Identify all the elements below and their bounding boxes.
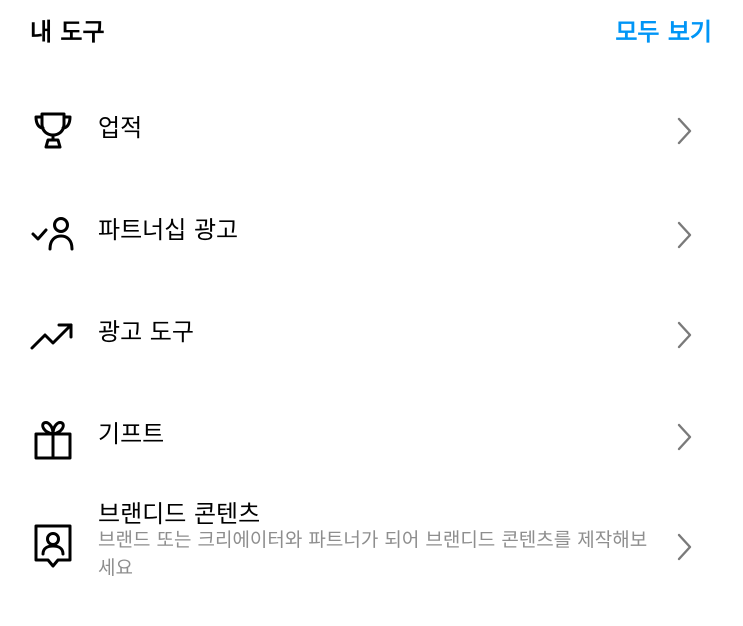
see-all-link[interactable]: 모두 보기 [615,15,712,49]
tool-item-achievements[interactable]: 업적 [0,80,743,180]
chevron-right-icon [677,221,692,249]
tool-label: 파트너십 광고 [98,216,239,244]
chevron-right-icon [677,533,692,561]
tool-item-branded-content[interactable]: 브랜디드 콘텐츠 브랜드 또는 크리에이터와 파트너가 되어 브랜디드 콘텐츠를… [0,488,743,618]
tool-label: 광고 도구 [98,318,194,346]
trophy-icon [28,104,78,154]
tool-description: 브랜드 또는 크리에이터와 파트너가 되어 브랜디드 콘텐츠를 제작해보세요 [98,529,648,579]
chevron-right-icon [677,321,692,349]
branded-content-icon [28,520,78,570]
tool-item-ad-tools[interactable]: 광고 도구 [0,284,743,384]
tool-item-gifts[interactable]: 기프트 [0,386,743,486]
trending-up-icon [28,312,78,362]
section-title: 내 도구 [30,18,105,46]
chevron-right-icon [677,423,692,451]
tools-header: 내 도구 모두 보기 [0,0,743,66]
gift-icon [28,414,78,464]
tool-item-partnership-ads[interactable]: 파트너십 광고 [0,182,743,282]
person-check-icon [28,208,78,258]
chevron-right-icon [677,117,692,145]
tool-label: 기프트 [98,420,165,448]
tool-label: 업적 [98,114,143,142]
